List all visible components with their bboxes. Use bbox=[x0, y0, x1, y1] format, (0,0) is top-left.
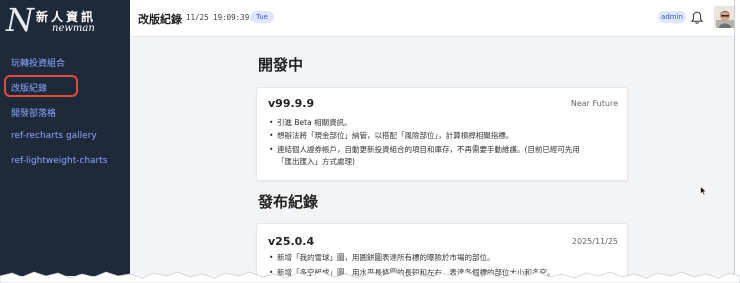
sidebar-item-lightweight-charts[interactable]: ref-lightweight-charts bbox=[11, 156, 108, 166]
role-badge: admin bbox=[658, 11, 686, 23]
list-item: 連結個人證券帳戶，自動更新投資組合的項目和庫存，不再需要手動維護。(目前已經可先… bbox=[269, 144, 580, 155]
list-item: 引進 Beta 相關資訊。 bbox=[269, 117, 352, 128]
app-window: N 新人資訊 newman 玩轉投資組合 改版紀錄 開發部落格 ref-rech… bbox=[0, 0, 735, 276]
day-badge: Tue bbox=[250, 11, 274, 23]
card-date: Near Future bbox=[570, 99, 618, 108]
logo-name-en: newman bbox=[52, 23, 95, 34]
logo-initial: N bbox=[6, 1, 34, 39]
mouse-cursor-icon bbox=[700, 181, 707, 200]
sidebar-item-portfolio[interactable]: 玩轉投資組合 bbox=[11, 56, 65, 69]
card-version: v25.0.4 bbox=[268, 235, 315, 248]
page-title: 改版紀錄 bbox=[138, 13, 182, 26]
list-item: 想辦法將「現金部位」納管，以搭配「風險部位」，計算槓桿相關指標。 bbox=[269, 130, 513, 141]
sidebar: N 新人資訊 newman 玩轉投資組合 改版紀錄 開發部落格 ref-rech… bbox=[0, 0, 130, 276]
sidebar-item-dev-blog[interactable]: 開發部落格 bbox=[11, 106, 56, 119]
top-bar: 改版紀錄 11/25 19:09:39 Tue admin bbox=[130, 0, 734, 37]
timestamp: 11/25 19:09:39 bbox=[186, 13, 250, 22]
changelog-highlight-annotation bbox=[4, 75, 78, 97]
user-avatar[interactable] bbox=[714, 6, 734, 28]
brand-logo[interactable]: N 新人資訊 newman bbox=[0, 0, 130, 42]
card-version: v99.9.9 bbox=[268, 97, 315, 110]
sidebar-item-recharts-gallery[interactable]: ref-recharts gallery bbox=[11, 131, 97, 141]
list-item-continuation: 「匯出匯入」方式處理) bbox=[277, 157, 355, 166]
release-section-title: 發布紀錄 bbox=[258, 193, 319, 211]
torn-edge-decoration bbox=[0, 271, 740, 283]
dev-changelog-card: v99.9.9 Near Future 引進 Beta 相關資訊。 想辦法將「現… bbox=[256, 87, 628, 181]
dev-section-title: 開發中 bbox=[258, 56, 304, 74]
bell-icon[interactable] bbox=[690, 10, 704, 29]
card-date: 2025/11/25 bbox=[571, 237, 618, 246]
